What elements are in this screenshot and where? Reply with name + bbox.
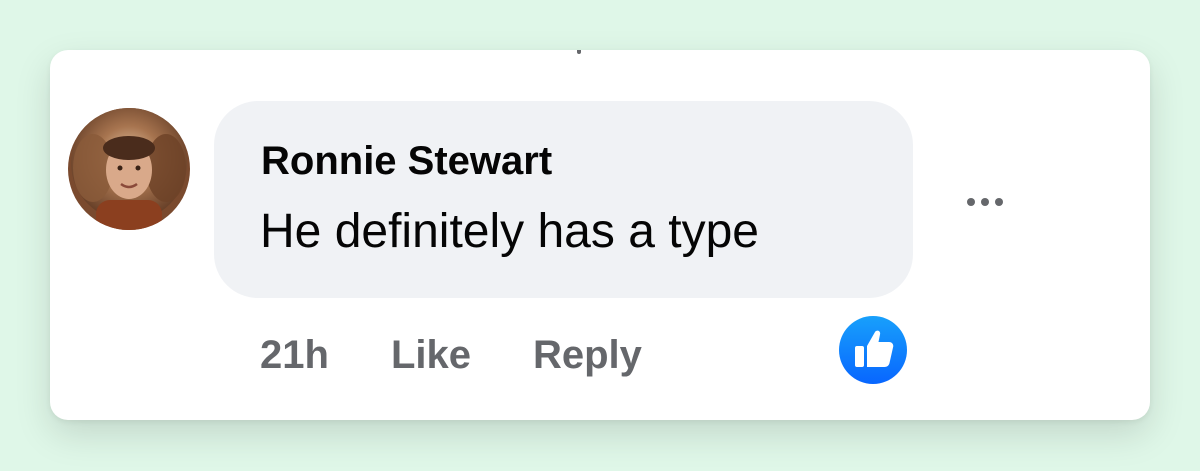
comment-timestamp[interactable]: 21h	[260, 333, 329, 378]
comment-bubble: Ronnie Stewart He definitely has a type	[214, 101, 913, 298]
more-options-button[interactable]	[950, 180, 1020, 224]
like-reaction-badge[interactable]	[838, 315, 908, 385]
reply-button[interactable]: Reply	[533, 333, 642, 378]
comment-actions: 21h Like Reply	[260, 330, 642, 380]
avatar[interactable]	[68, 108, 190, 230]
thread-connector	[577, 50, 581, 54]
comment-author[interactable]: Ronnie Stewart	[261, 139, 552, 184]
like-button[interactable]: Like	[391, 333, 471, 378]
comment-card: Ronnie Stewart He definitely has a type …	[50, 50, 1150, 420]
thumbs-up-icon	[839, 316, 907, 384]
comment-text: He definitely has a type	[260, 205, 759, 258]
more-options-icon	[967, 198, 975, 206]
